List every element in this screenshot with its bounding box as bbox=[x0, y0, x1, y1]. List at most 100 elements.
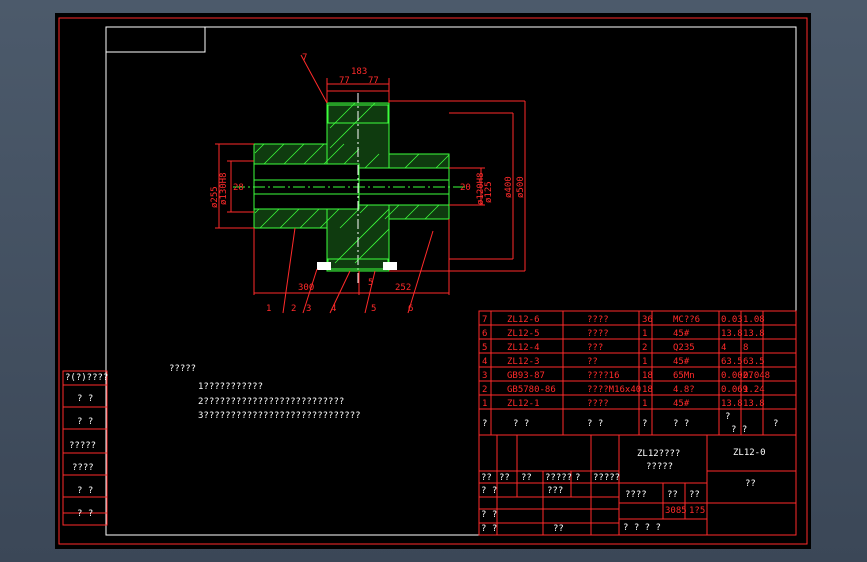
balloon-7: 7 bbox=[302, 53, 307, 63]
bom-cell-no: 7 bbox=[482, 315, 487, 325]
bom-cell-name: ??? bbox=[587, 343, 603, 353]
bom-cell-name: ???? bbox=[587, 315, 609, 325]
left-strip: ?(?)???? ? ? ? ? ????? ???? ? ? ? ? bbox=[62, 370, 108, 526]
bom-head-qty: ? bbox=[642, 419, 647, 429]
scale-label: ?? bbox=[689, 490, 700, 500]
inner-border bbox=[105, 26, 797, 536]
dim-300: 300 bbox=[298, 283, 314, 293]
outer-border bbox=[58, 17, 808, 545]
strip-label-2: ? ? bbox=[77, 417, 93, 427]
strip-label-1: ? ? bbox=[77, 394, 93, 404]
drawing-sheet: ?(?)???? ? ? ? ? ????? ???? ? ? ? ? 183 … bbox=[55, 13, 811, 549]
note-2: 2?????????????????????????? bbox=[198, 397, 344, 407]
dim-28: 28 bbox=[233, 183, 244, 193]
bom-cell-w2: 13.8 bbox=[743, 329, 765, 339]
bom-cell-qty: 1 bbox=[642, 399, 647, 409]
bom-cell-code: GB93-87 bbox=[507, 371, 545, 381]
bom-head-name: ? ? bbox=[587, 419, 603, 429]
bom-cell-w1: 0.03 bbox=[721, 315, 743, 325]
row-label-1: ? ? bbox=[481, 510, 497, 520]
bom-cell-no: 6 bbox=[482, 329, 487, 339]
bill-of-materials: 7 ZL12-6???? 36 MC??6 0.03 1.086 ZL12-5???? 1 45… bbox=[478, 310, 797, 436]
technical-notes: ????? 1??????????? 2????????????????????… bbox=[169, 364, 361, 421]
strip-label-5: ? ? bbox=[77, 486, 93, 496]
dim-183: 183 bbox=[351, 67, 367, 77]
bom-head-code: ? ? bbox=[513, 419, 529, 429]
bom-cell-w1: 13.8 bbox=[721, 329, 743, 339]
balloon-1: 1 bbox=[266, 304, 271, 314]
bom-cell-code: ZL12-6 bbox=[507, 315, 540, 325]
bom-cell-material: 45# bbox=[673, 329, 690, 339]
balloon-6: 6 bbox=[408, 304, 413, 314]
bom-cell-w1: 13.8 bbox=[721, 399, 743, 409]
sign-col-5: ????? bbox=[593, 473, 620, 483]
stage-label: ???? bbox=[625, 490, 647, 500]
corner-box bbox=[105, 26, 206, 53]
bom-cell-w2: 13.8 bbox=[743, 399, 765, 409]
bom-cell-material: 4.8? bbox=[673, 385, 695, 395]
bom-cell-w1: 4 bbox=[721, 343, 726, 353]
bom-cell-no: 4 bbox=[482, 357, 487, 367]
bom-cell-w2: 1.08 bbox=[743, 315, 765, 325]
bom-cell-material: MC??6 bbox=[673, 315, 700, 325]
dim-77a: 77 bbox=[339, 76, 350, 86]
row-label-0: ? ? bbox=[481, 486, 497, 496]
bom-cell-qty: 1 bbox=[642, 357, 647, 367]
bom-cell-w2: 63.5 bbox=[743, 357, 765, 367]
drawing-number: ZL12-0 bbox=[733, 448, 766, 458]
balloon-4: 4 bbox=[331, 304, 336, 314]
bom-cell-name: ????16 bbox=[587, 371, 620, 381]
note-1: 1??????????? bbox=[198, 382, 263, 392]
check-label: ?? bbox=[553, 524, 564, 534]
bom-cell-no: 2 bbox=[482, 385, 487, 395]
scale-value: 1?5 bbox=[689, 506, 705, 516]
bom-cell-code: ZL12-5 bbox=[507, 329, 540, 339]
drawing-subtitle: ????? bbox=[646, 462, 673, 472]
dim-phi500: ø500 bbox=[516, 176, 526, 198]
dim-phi130h8: ø130H8 bbox=[219, 172, 229, 205]
bom-cell-name: ???? bbox=[587, 329, 609, 339]
strip-label-6: ? ? bbox=[77, 509, 93, 519]
bom-cell-no: 5 bbox=[482, 343, 487, 353]
sign-col-0: ?? bbox=[481, 473, 492, 483]
bom-head-note: ? bbox=[773, 419, 778, 429]
drawing-name: ZL12???? bbox=[637, 449, 680, 459]
bom-cell-code: ZL12-3 bbox=[507, 357, 540, 367]
title-block: ZL12???? ????? ZL12-0 ?? ?? ?? ?? ????? … bbox=[478, 434, 797, 536]
balloon-3: 3 bbox=[306, 304, 311, 314]
bom-cell-w2: 8 bbox=[743, 343, 748, 353]
bom-head-weight: ? ? bbox=[731, 425, 747, 435]
bom-cell-name: ????M16x40 bbox=[587, 385, 641, 395]
cad-drawing: ?(?)???? ? ? ? ? ????? ???? ? ? ? ? 183 … bbox=[58, 17, 808, 545]
mass-value: 3085 bbox=[665, 506, 687, 516]
bom-head-unit: ? bbox=[725, 412, 730, 422]
approve-label: ??? bbox=[547, 486, 563, 496]
notes-title: ????? bbox=[169, 364, 196, 374]
sign-col-1: ?? bbox=[499, 473, 510, 483]
bom-head-material: ? ? bbox=[673, 419, 689, 429]
bom-cell-material: Q235 bbox=[673, 343, 695, 353]
bom-cell-code: ZL12-1 bbox=[507, 399, 540, 409]
bom-cell-no: 1 bbox=[482, 399, 487, 409]
note-3: 3????????????????????????????? bbox=[198, 411, 361, 421]
dim-77b: 77 bbox=[368, 76, 379, 86]
bom-cell-code: ZL12-4 bbox=[507, 343, 540, 353]
row-label-2: ? ? bbox=[481, 524, 497, 534]
bom-cell-material: 65Mn bbox=[673, 371, 695, 381]
sign-col-2: ?? bbox=[521, 473, 532, 483]
bom-head-no: ? bbox=[482, 419, 487, 429]
weight-label: ?? bbox=[667, 490, 678, 500]
sign-col-3: ????? bbox=[545, 473, 572, 483]
dim-20: 20 bbox=[460, 183, 471, 193]
strip-label-4: ???? bbox=[72, 463, 94, 473]
bom-cell-qty: 36 bbox=[642, 315, 653, 325]
dim-phi400: ø400 bbox=[504, 176, 514, 198]
bom-cell-qty: 18 bbox=[642, 371, 653, 381]
strip-label-3: ????? bbox=[69, 441, 96, 451]
company-unit: ?? bbox=[745, 479, 756, 489]
bom-cell-name: ???? bbox=[587, 399, 609, 409]
sign-col-4: ? bbox=[575, 473, 580, 483]
bom-cell-name: ?? bbox=[587, 357, 598, 367]
bom-cell-qty: 18 bbox=[642, 385, 653, 395]
dim-5: 5 bbox=[368, 278, 373, 288]
